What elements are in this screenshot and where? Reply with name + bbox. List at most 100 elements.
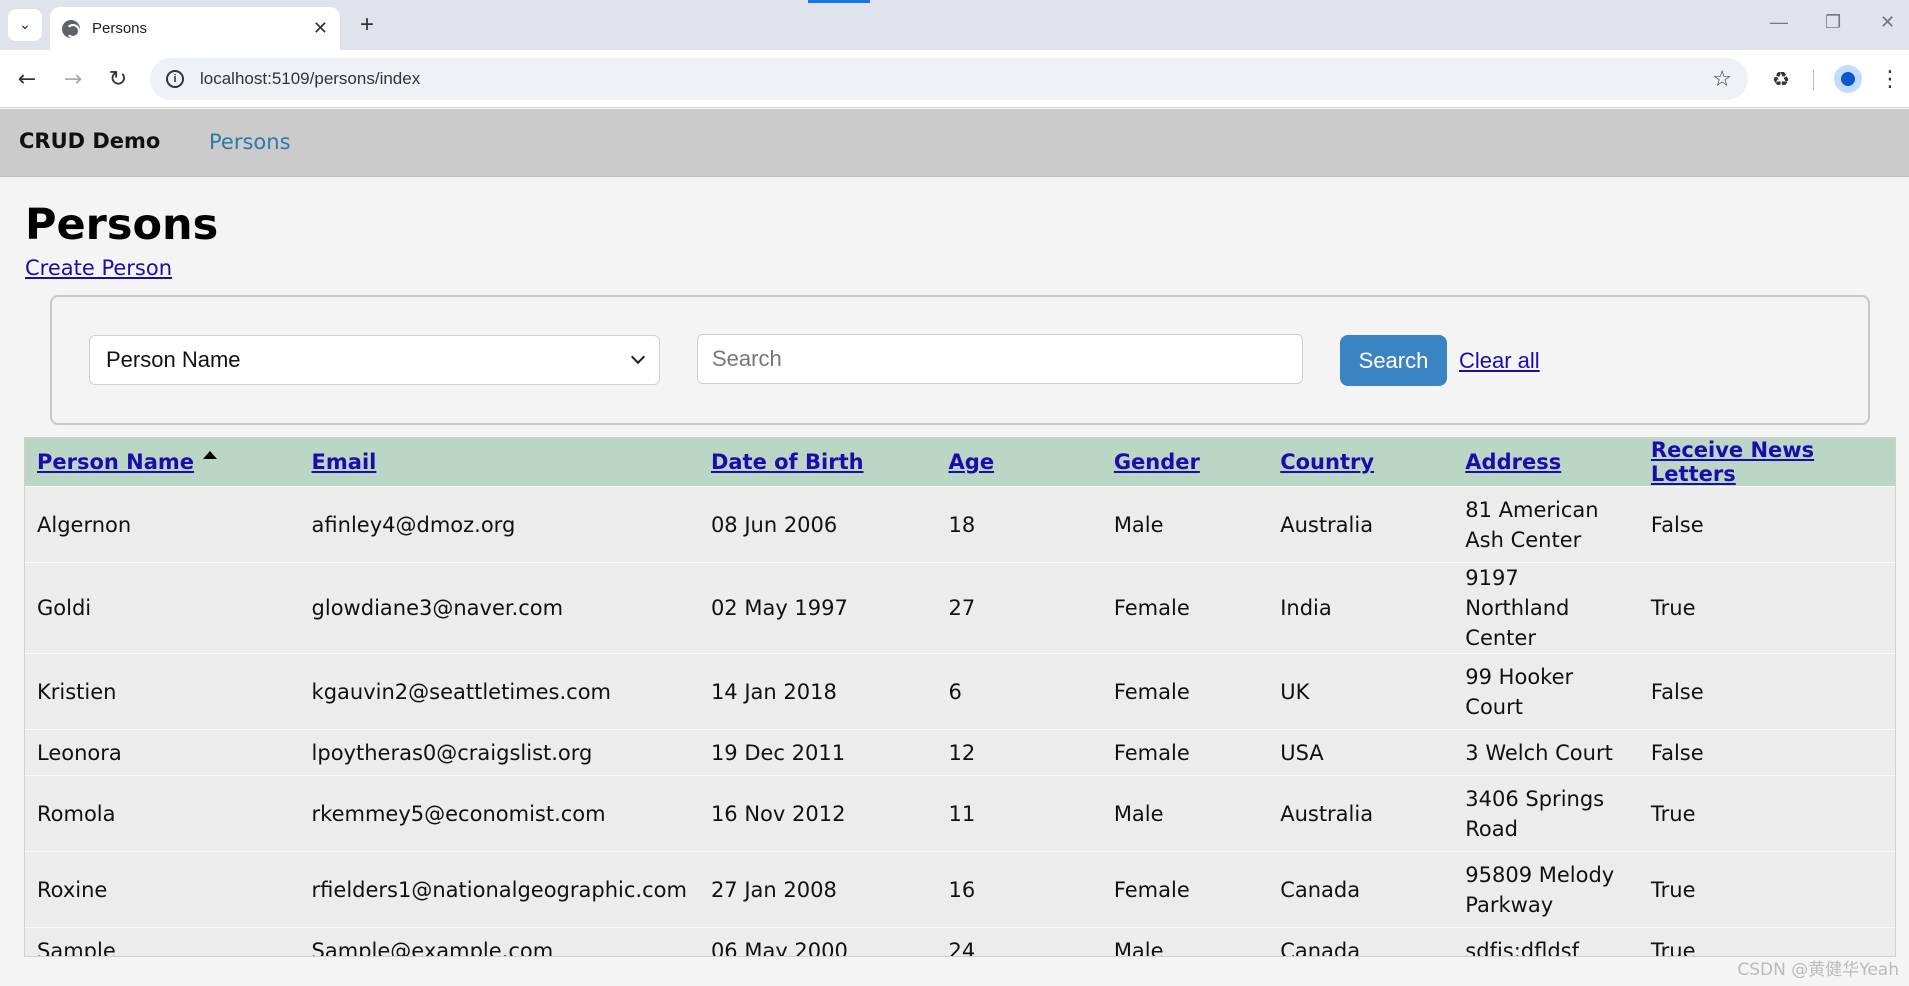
table-cell: Sample@example.com	[311, 938, 554, 957]
table-cell: sdfjs;dfldsf	[1465, 938, 1580, 957]
table-cell: Roxine	[37, 877, 108, 902]
kebab-menu-icon[interactable]: ⋮	[1879, 64, 1901, 94]
site-info-icon[interactable]: i	[166, 70, 184, 88]
table-cell: kgauvin2@seattletimes.com	[311, 679, 612, 704]
table-cell: rkemmey5@economist.com	[311, 801, 606, 826]
table-cell: Canada	[1280, 938, 1361, 957]
selected-field: Person Name	[106, 347, 241, 372]
table-cell: Female	[1113, 596, 1190, 620]
minimize-icon[interactable]: —	[1770, 12, 1788, 33]
close-icon[interactable]: ✕	[313, 18, 328, 39]
table-cell: False	[1650, 740, 1704, 765]
reload-icon[interactable]: ↻	[103, 64, 133, 94]
table-cell: 16	[948, 877, 976, 902]
sort-link[interactable]: Age	[949, 450, 995, 474]
browser-toolbar: ← → ↻ i localhost:5109/persons/index ☆ ♻…	[0, 50, 1909, 108]
table-cell: Female	[1113, 679, 1190, 704]
table-cell: glowdiane3@naver.com	[311, 596, 564, 620]
table-row: Sample Sample@example.com 06 May 2000 24…	[25, 927, 1895, 957]
table-cell: 06 May 2000	[710, 938, 848, 957]
table-cell: Australia	[1280, 512, 1374, 537]
table-cell: 12	[948, 740, 976, 765]
address-bar[interactable]: i localhost:5109/persons/index ☆	[150, 58, 1748, 100]
table-row: Goldi glowdiane3@naver.com 02 May 1997 2…	[25, 562, 1895, 654]
app-navbar: CRUD Demo Persons	[0, 109, 1909, 177]
sort-link[interactable]: Address	[1465, 450, 1561, 474]
sort-link[interactable]: Country	[1280, 450, 1374, 474]
table-cell: rfielders1@nationalgeographic.com	[311, 877, 687, 902]
column-header[interactable]: Person Name	[25, 438, 300, 487]
table-cell: 14 Jan 2018	[710, 679, 837, 704]
table-cell: 19 Dec 2011	[710, 740, 846, 765]
new-tab-icon[interactable]: +	[352, 10, 382, 40]
sort-link[interactable]: Date of Birth	[711, 450, 864, 474]
table-cell: 27	[948, 596, 976, 620]
forward-icon[interactable]: →	[58, 64, 88, 94]
extensions-icon[interactable]: ♻	[1766, 64, 1796, 94]
table-header-row: Person Name Email Date of Birth Age Gend…	[25, 438, 1895, 487]
nav-link-persons[interactable]: Persons	[209, 130, 291, 154]
table-cell: Australia	[1280, 801, 1374, 826]
column-header[interactable]: Date of Birth	[699, 438, 937, 487]
table-cell: India	[1280, 596, 1332, 620]
page-title: Persons	[25, 200, 219, 250]
globe-icon	[62, 19, 80, 38]
table-cell: False	[1650, 679, 1704, 704]
table-cell: 27 Jan 2008	[710, 877, 837, 902]
table-cell: 08 Jun 2006	[710, 512, 838, 537]
table-cell: True	[1650, 877, 1696, 902]
table-cell: 11	[948, 801, 976, 826]
sort-link[interactable]: Person Name	[37, 450, 194, 474]
table-cell: Sample	[37, 938, 116, 957]
table-cell: 3 Welch Court	[1465, 740, 1613, 765]
brand[interactable]: CRUD Demo	[19, 129, 160, 153]
table-cell: 95809 Melody Parkway	[1465, 862, 1615, 917]
column-header[interactable]: Address	[1453, 438, 1639, 487]
table-cell: Male	[1113, 512, 1164, 537]
table-cell: Algernon	[37, 512, 132, 537]
top-indicator	[808, 0, 870, 3]
search-field-select[interactable]: Person Name	[89, 335, 660, 385]
sort-ascending-icon	[203, 451, 218, 459]
column-header[interactable]: Country	[1268, 438, 1453, 487]
table-cell: 02 May 1997	[710, 596, 848, 620]
create-person-link[interactable]: Create Person	[25, 256, 172, 280]
sort-link[interactable]: Receive News Letters	[1651, 438, 1814, 486]
table-cell: Male	[1113, 938, 1164, 957]
persons-table-container: Person Name Email Date of Birth Age Gend…	[24, 437, 1896, 957]
table-cell: Goldi	[37, 596, 92, 620]
table-cell: USA	[1280, 740, 1324, 765]
table-cell: afinley4@dmoz.org	[311, 512, 516, 537]
table-cell: Female	[1113, 877, 1190, 902]
search-input[interactable]	[697, 334, 1303, 384]
restore-icon[interactable]: ❐	[1825, 12, 1841, 33]
table-cell: 24	[948, 938, 976, 957]
back-icon[interactable]: ←	[12, 64, 42, 94]
persons-table: Person Name Email Date of Birth Age Gend…	[25, 438, 1895, 957]
column-header[interactable]: Age	[937, 438, 1102, 487]
search-button[interactable]: Search	[1340, 335, 1447, 386]
table-row: Romola rkemmey5@economist.com 16 Nov 201…	[25, 775, 1895, 852]
window-close-icon[interactable]: ✕	[1880, 12, 1895, 33]
browser-tab[interactable]: Persons ✕	[50, 7, 340, 50]
column-header[interactable]: Gender	[1102, 438, 1268, 487]
url-text[interactable]: localhost:5109/persons/index	[200, 69, 1712, 89]
table-cell: UK	[1280, 679, 1310, 704]
chevron-down-icon	[630, 349, 646, 365]
table-row: Roxine rfielders1@nationalgeographic.com…	[25, 851, 1895, 928]
clear-all-link[interactable]: Clear all	[1459, 348, 1540, 374]
table-cell: True	[1650, 596, 1696, 620]
table-cell: 16 Nov 2012	[710, 801, 846, 826]
profile-avatar-icon[interactable]	[1834, 65, 1862, 93]
table-row: Kristien kgauvin2@seattletimes.com 14 Ja…	[25, 653, 1895, 730]
table-cell: 18	[948, 512, 976, 537]
table-cell: True	[1650, 801, 1696, 826]
column-header[interactable]: Email	[300, 438, 699, 487]
column-header[interactable]: Receive News Letters	[1639, 438, 1895, 487]
table-cell: lpoytheras0@craigslist.org	[311, 740, 593, 765]
tab-search-icon[interactable]: ⌄	[8, 9, 42, 41]
sort-link[interactable]: Email	[312, 450, 377, 474]
table-cell: Kristien	[37, 679, 117, 704]
sort-link[interactable]: Gender	[1114, 450, 1200, 474]
bookmark-star-icon[interactable]: ☆	[1712, 67, 1732, 92]
